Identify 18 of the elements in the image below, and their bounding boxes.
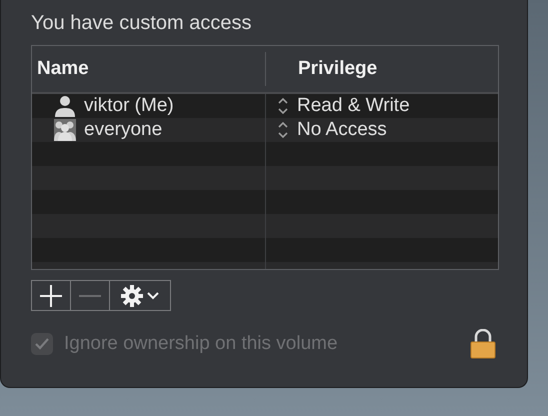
chevron-icon [147,292,159,300]
user-name: everyone [84,119,162,141]
user-name: viktor (Me) [84,95,174,117]
person-icon [54,95,76,117]
privilege-value[interactable]: Read & Write [297,95,410,117]
access-message: You have custom access [31,12,252,36]
padlock-icon[interactable] [469,329,497,359]
stepper-icon[interactable] [277,119,289,141]
minus-icon [79,294,101,296]
column-header[interactable]: Name [32,46,265,92]
privilege-value[interactable]: No Access [297,119,387,141]
checkmark-icon [35,338,49,350]
plus-icon [40,284,62,306]
stepper-icon[interactable] [277,95,289,117]
ownership-label: Ignore ownership on this volume [64,333,339,355]
group-icon [54,119,76,141]
gear-icon [121,284,143,306]
column-header[interactable]: Privilege [265,52,498,86]
